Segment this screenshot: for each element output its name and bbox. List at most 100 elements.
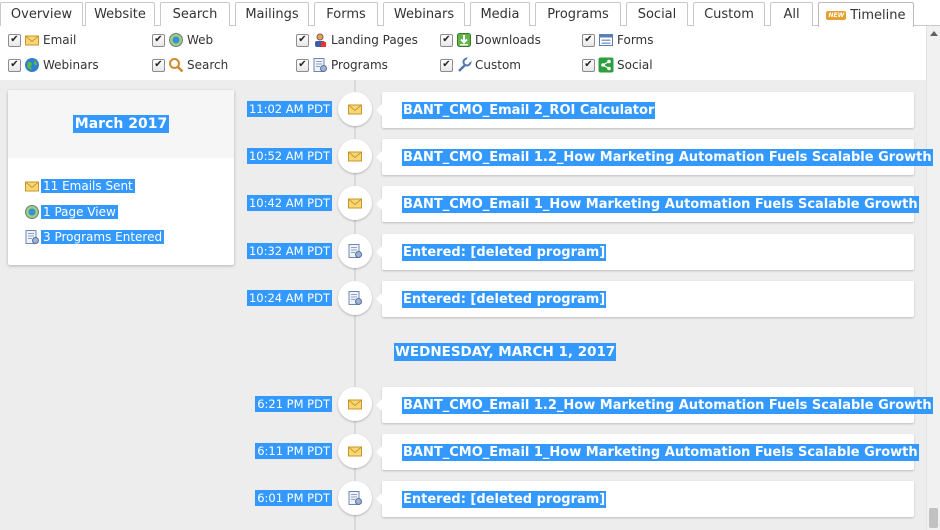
filter-email-checkbox[interactable]: ✔ [8, 33, 21, 47]
timeline-node [338, 481, 372, 515]
envelope-icon [348, 446, 362, 457]
tab-overview[interactable]: Overview [0, 2, 83, 26]
event-time: 10:42 AM PDT [246, 195, 332, 211]
scroll-thumb[interactable] [929, 508, 938, 528]
event-title: BANT_CMO_Email 1.2_How Marketing Automat… [402, 148, 933, 166]
tab-timeline[interactable]: NEW Timeline [818, 2, 914, 27]
event-title: BANT_CMO_Email 1_How Marketing Automatio… [402, 195, 919, 213]
tab-forms[interactable]: Forms [314, 2, 378, 26]
filter-downloads[interactable]: ✔ Downloads [440, 31, 541, 49]
tab-media[interactable]: Media [470, 2, 530, 26]
tab-search[interactable]: Search [160, 2, 230, 26]
timeline-node [338, 434, 372, 468]
webinar-globe-icon [25, 58, 39, 72]
event-card[interactable]: Entered: [deleted program] [376, 234, 914, 270]
timeline-node [338, 281, 372, 315]
share-icon [598, 57, 614, 73]
landing-page-icon [315, 33, 326, 47]
tab-label: Programs [547, 7, 609, 22]
filter-forms-checkbox[interactable]: ✔ [582, 33, 595, 47]
tab-website[interactable]: Website [85, 2, 155, 26]
download-icon [457, 33, 471, 47]
filter-web-checkbox[interactable]: ✔ [152, 33, 165, 47]
timeline-node [338, 139, 372, 173]
envelope-icon [348, 198, 362, 209]
filter-label: Social [617, 58, 653, 72]
filter-downloads-checkbox[interactable]: ✔ [440, 33, 453, 47]
tab-label: All [783, 7, 800, 22]
event-card[interactable]: BANT_CMO_Email 1.2_How Marketing Automat… [376, 139, 933, 175]
event-title: Entered: [deleted program] [402, 490, 607, 508]
filter-landing-pages-checkbox[interactable]: ✔ [296, 33, 309, 47]
event-card[interactable]: BANT_CMO_Email 1_How Marketing Automatio… [376, 434, 919, 470]
filter-label: Search [187, 58, 229, 72]
event-card[interactable]: Entered: [deleted program] [376, 281, 914, 317]
card-pointer [376, 104, 382, 116]
card-pointer [376, 446, 382, 458]
filter-programs[interactable]: ✔ Programs [296, 56, 388, 74]
tab-label: Social [637, 7, 677, 22]
tab-label: Mailings [245, 7, 299, 22]
event-title: BANT_CMO_Email 2_ROI Calculator [402, 101, 656, 119]
filter-label: Custom [475, 58, 521, 72]
filter-web[interactable]: ✔ Web [152, 31, 213, 49]
program-icon [348, 291, 362, 305]
tab-label: Media [480, 7, 520, 22]
filter-webinars[interactable]: ✔ Webinars [8, 56, 99, 74]
filter-social[interactable]: ✔ Social [582, 56, 653, 74]
tab-mailings[interactable]: Mailings [235, 2, 309, 26]
filter-forms[interactable]: ✔ Forms [582, 31, 653, 49]
event-card[interactable]: Entered: [deleted program] [376, 481, 914, 517]
filter-label: Programs [331, 58, 388, 72]
summary-month-title: March 2017 [72, 115, 170, 133]
filter-label: Webinars [43, 58, 99, 72]
tab-webinars[interactable]: Webinars [383, 2, 465, 26]
tab-social[interactable]: Social [626, 2, 688, 26]
summary-item-text: 3 Programs Entered [41, 230, 165, 244]
tab-label: Search [172, 7, 218, 22]
filter-custom-checkbox[interactable]: ✔ [440, 58, 453, 72]
program-icon [348, 244, 362, 258]
tab-all[interactable]: All [770, 2, 813, 26]
event-time: 10:52 AM PDT [246, 148, 332, 164]
envelope-icon [25, 35, 39, 46]
envelope-icon [348, 104, 362, 115]
filter-label: Email [43, 33, 77, 47]
filter-search[interactable]: ✔ Search [152, 56, 228, 74]
tab-programs[interactable]: Programs [535, 2, 621, 26]
summary-emails-sent[interactable]: 11 Emails Sent [24, 178, 135, 194]
card-pointer [376, 246, 382, 258]
tab-label: Timeline [850, 7, 906, 23]
filter-custom[interactable]: ✔ Custom [440, 56, 521, 74]
event-card[interactable]: BANT_CMO_Email 1.2_How Marketing Automat… [376, 387, 933, 423]
tab-custom[interactable]: Custom [693, 2, 765, 26]
month-summary-card: March 2017 11 Emails Sent 1 Page View 3 … [8, 90, 234, 265]
filter-webinars-checkbox[interactable]: ✔ [8, 58, 21, 72]
vertical-scrollbar[interactable] [926, 26, 940, 530]
filter-landing-pages[interactable]: ✔ Landing Pages [296, 31, 418, 49]
event-time: 10:32 AM PDT [246, 243, 332, 259]
filter-programs-checkbox[interactable]: ✔ [296, 58, 309, 72]
filter-social-checkbox[interactable]: ✔ [582, 58, 595, 72]
card-pointer [376, 399, 382, 411]
scroll-up-arrow-icon[interactable] [930, 31, 938, 36]
tab-label: Forms [326, 7, 366, 22]
event-time: 11:02 AM PDT [246, 101, 332, 117]
event-title: Entered: [deleted program] [402, 243, 607, 261]
event-time: 6:11 PM PDT [255, 443, 332, 459]
envelope-icon [25, 181, 39, 192]
event-card[interactable]: BANT_CMO_Email 2_ROI Calculator [376, 92, 914, 128]
timeline-node [338, 234, 372, 268]
filter-label: Landing Pages [331, 33, 418, 47]
event-card[interactable]: BANT_CMO_Email 1_How Marketing Automatio… [376, 186, 919, 222]
timeline-node [338, 186, 372, 220]
timeline-node [338, 387, 372, 421]
summary-header: March 2017 [8, 90, 234, 158]
envelope-icon [348, 151, 362, 162]
globe-icon [25, 205, 39, 219]
summary-programs-entered[interactable]: 3 Programs Entered [24, 229, 165, 245]
filter-search-checkbox[interactable]: ✔ [152, 58, 165, 72]
program-icon [313, 58, 327, 72]
summary-page-view[interactable]: 1 Page View [24, 204, 118, 220]
filter-email[interactable]: ✔ Email [8, 31, 76, 49]
